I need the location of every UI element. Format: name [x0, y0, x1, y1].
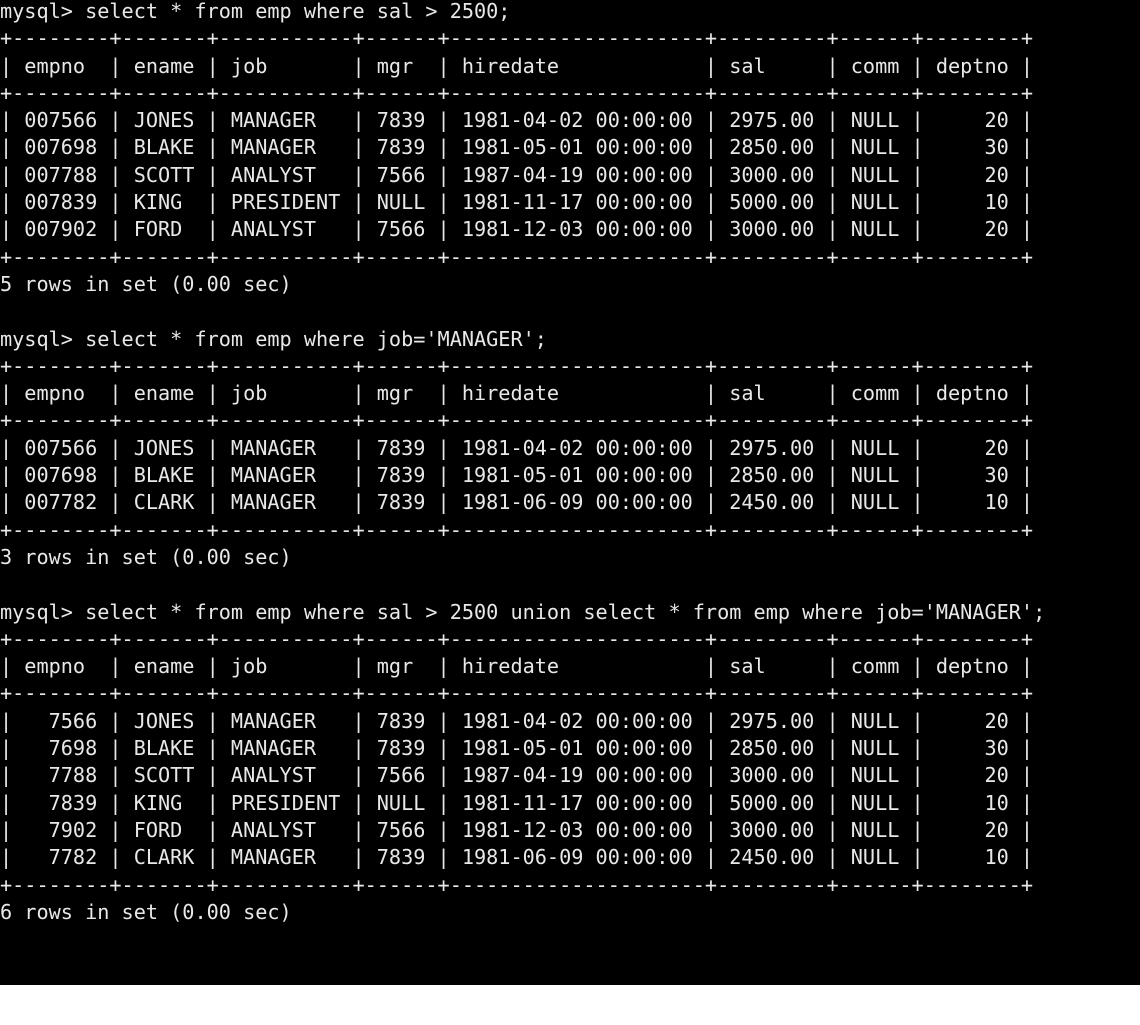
table-row: | 007902 | FORD | ANALYST | 7566 | 1981-…	[0, 217, 1034, 242]
table-row: | 007782 | CLARK | MANAGER | 7839 | 1981…	[0, 490, 1034, 515]
table-row: | 007698 | BLAKE | MANAGER | 7839 | 1981…	[0, 463, 1034, 488]
table-separator: +--------+-------+-----------+------+---…	[0, 26, 1034, 51]
result-status: 5 rows in set (0.00 sec)	[0, 271, 292, 296]
table-separator: +--------+-------+-----------+------+---…	[0, 517, 1034, 542]
table-row: | 7902 | FORD | ANALYST | 7566 | 1981-12…	[0, 817, 1034, 842]
table-row: | 007839 | KING | PRESIDENT | NULL | 198…	[0, 190, 1034, 215]
command-line[interactable]: mysql> select * from emp where sal > 250…	[0, 599, 1045, 626]
table-row: | 7566 | JONES | MANAGER | 7839 | 1981-0…	[0, 708, 1034, 733]
result-status: 6 rows in set (0.00 sec)	[0, 899, 292, 924]
table-row: | 007566 | JONES | MANAGER | 7839 | 1981…	[0, 435, 1034, 460]
table-row: | 007566 | JONES | MANAGER | 7839 | 1981…	[0, 108, 1034, 133]
table-separator: +--------+-------+-----------+------+---…	[0, 353, 1034, 378]
table-row: | 7788 | SCOTT | ANALYST | 7566 | 1987-0…	[0, 763, 1034, 788]
table-separator: +--------+-------+-----------+------+---…	[0, 626, 1034, 651]
table-header-row: | empno | ename | job | mgr | hiredate |…	[0, 381, 1034, 406]
table-row: | 7782 | CLARK | MANAGER | 7839 | 1981-0…	[0, 845, 1034, 870]
table-separator: +--------+-------+-----------+------+---…	[0, 80, 1034, 105]
table-separator: +--------+-------+-----------+------+---…	[0, 872, 1034, 897]
page-bottom-strip	[0, 985, 1140, 1025]
table-row: | 7698 | BLAKE | MANAGER | 7839 | 1981-0…	[0, 736, 1034, 761]
terminal-screen[interactable]: mysql> select * from emp where sal > 250…	[0, 0, 1045, 926]
table-separator: +--------+-------+-----------+------+---…	[0, 681, 1034, 706]
table-row: | 007698 | BLAKE | MANAGER | 7839 | 1981…	[0, 135, 1034, 160]
terminal-window[interactable]: mysql> select * from emp where sal > 250…	[0, 0, 1140, 985]
command-line[interactable]: mysql> select * from emp where sal > 250…	[0, 0, 1045, 25]
table-separator: +--------+-------+-----------+------+---…	[0, 244, 1034, 269]
table-header-row: | empno | ename | job | mgr | hiredate |…	[0, 654, 1034, 679]
result-status: 3 rows in set (0.00 sec)	[0, 544, 292, 569]
command-line[interactable]: mysql> select * from emp where job='MANA…	[0, 326, 1045, 353]
table-row: | 007788 | SCOTT | ANALYST | 7566 | 1987…	[0, 162, 1034, 187]
table-row: | 7839 | KING | PRESIDENT | NULL | 1981-…	[0, 790, 1034, 815]
table-header-row: | empno | ename | job | mgr | hiredate |…	[0, 53, 1034, 78]
table-separator: +--------+-------+-----------+------+---…	[0, 408, 1034, 433]
